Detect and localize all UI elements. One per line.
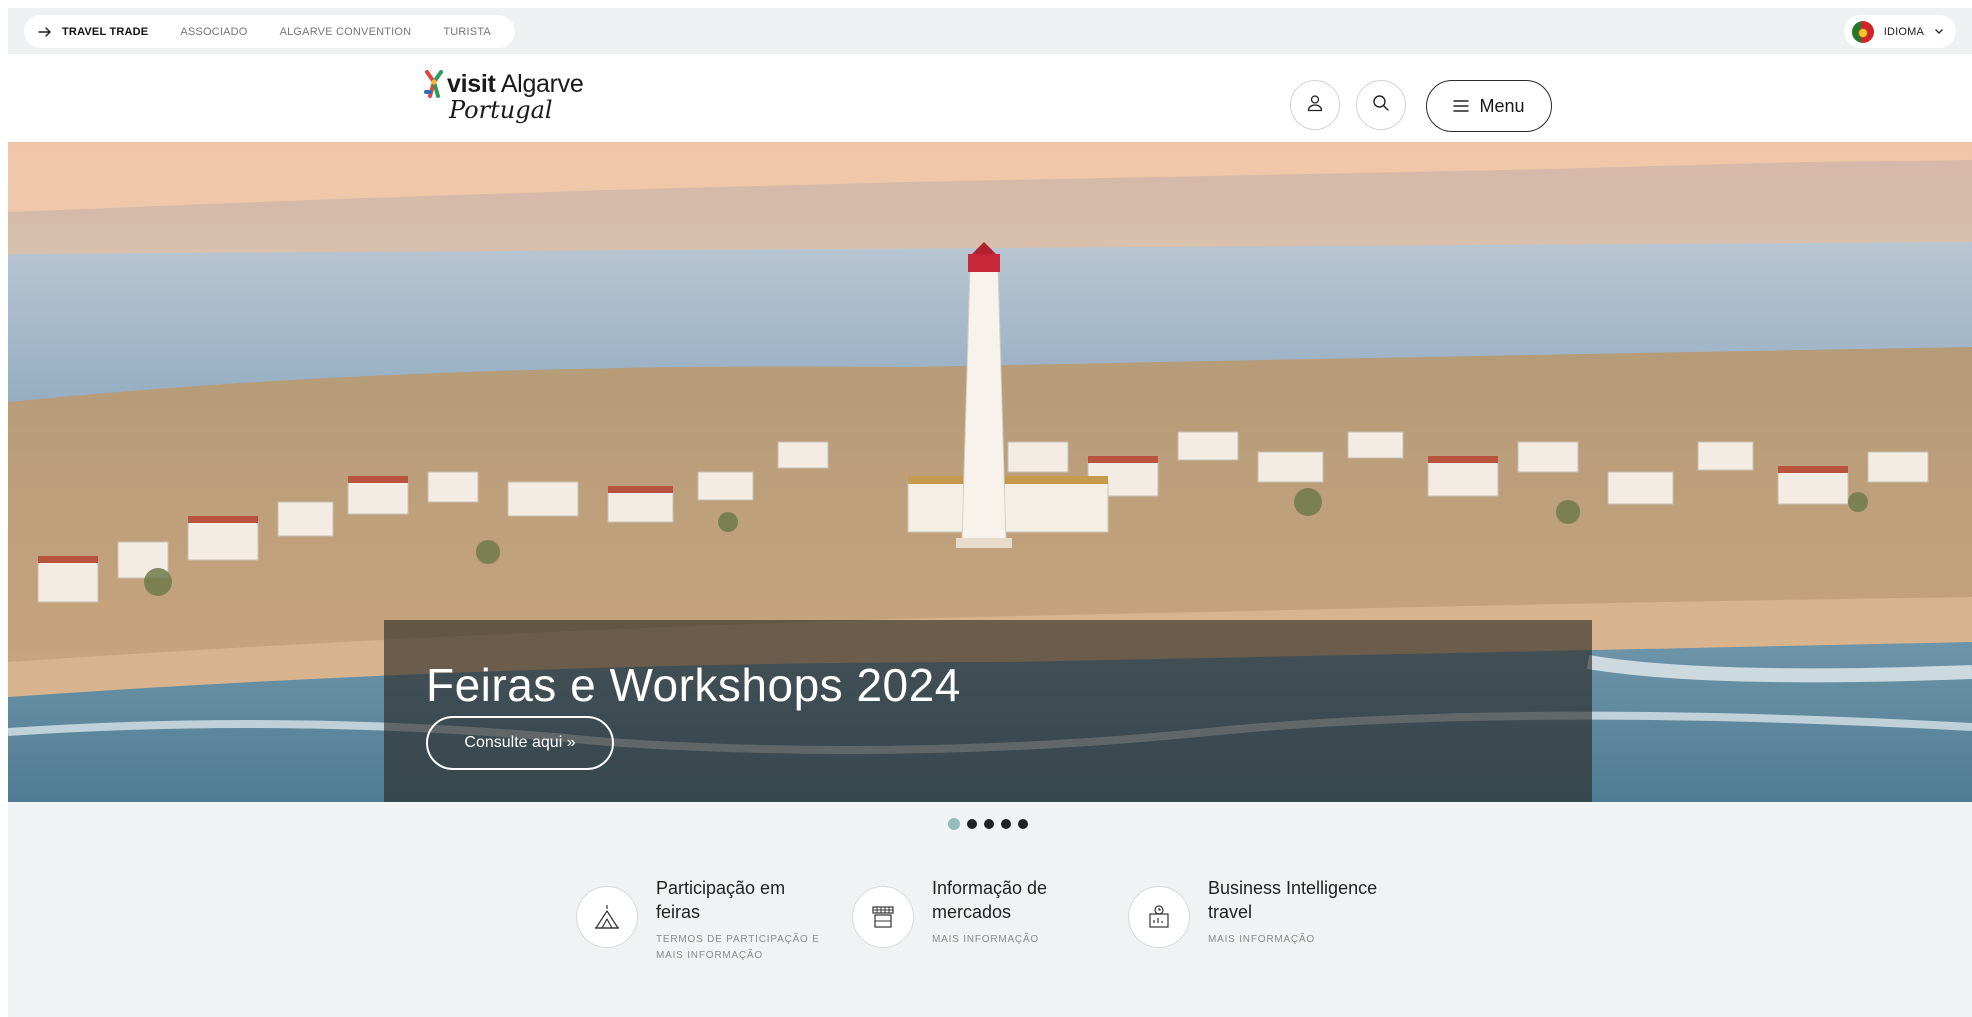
chevron-down-icon (1934, 23, 1944, 41)
hero-caption: Feiras e Workshops 2024 Consulte aqui » (384, 620, 1592, 802)
slider-dot-2[interactable] (967, 819, 977, 829)
audience-link-turista[interactable]: TURISTA (443, 26, 491, 38)
market-stall-icon (852, 886, 914, 948)
arrow-right-icon (38, 25, 52, 39)
slider-dot-5[interactable] (1018, 819, 1028, 829)
feature-subtitle: MAIS INFORMAÇÃO (1208, 934, 1316, 945)
user-icon (1306, 94, 1324, 117)
language-selector[interactable]: IDIOMA (1843, 15, 1956, 48)
portugal-flag-icon (1851, 20, 1874, 43)
menu-button[interactable]: Menu (1426, 80, 1552, 132)
analytics-icon (1128, 886, 1190, 948)
feature-title: Informação de mercados (932, 878, 1048, 922)
tent-icon (576, 886, 638, 948)
hero-slider[interactable]: Feiras e Workshops 2024 Consulte aqui » (8, 142, 1972, 802)
audience-link-algarve-convention[interactable]: ALGARVE CONVENTION (280, 26, 412, 38)
site-header: visit Algarve Portugal Menu (8, 54, 1972, 142)
slider-dot-1[interactable] (948, 818, 960, 830)
slider-dots (948, 818, 1028, 830)
search-icon (1372, 94, 1390, 117)
visit-algarve-logo[interactable]: visit Algarve Portugal (423, 68, 584, 126)
logo-line-2: Portugal (449, 96, 553, 124)
feature-participacao[interactable]: Participação em feiras TERMOS DE PARTICI… (576, 876, 826, 964)
feature-title: Participação em feiras (656, 878, 786, 922)
algarve-symbol-icon (424, 70, 443, 98)
logo-line-1: visit Algarve (447, 70, 584, 98)
audience-link-associado[interactable]: ASSOCIADO (180, 26, 247, 38)
feature-title: Business Intelligence travel (1208, 878, 1378, 922)
audience-nav: TRAVEL TRADE ASSOCIADO ALGARVE CONVENTIO… (24, 15, 515, 48)
page: TRAVEL TRADE ASSOCIADO ALGARVE CONVENTIO… (8, 8, 1972, 1017)
hero-title: Feiras e Workshops 2024 (426, 659, 961, 711)
feature-business-intelligence[interactable]: Business Intelligence travel MAIS INFORM… (1128, 876, 1378, 948)
account-button[interactable] (1290, 80, 1340, 130)
slider-dot-4[interactable] (1001, 819, 1011, 829)
feature-mercados[interactable]: Informação de mercados MAIS INFORMAÇÃO (852, 876, 1102, 948)
feature-subtitle: TERMOS DE PARTICIPAÇÃO E MAIS INFORMAÇÃO (656, 934, 820, 961)
language-label: IDIOMA (1883, 25, 1924, 38)
slider-dot-3[interactable] (984, 819, 994, 829)
hamburger-icon (1453, 96, 1470, 117)
menu-label: Menu (1479, 95, 1525, 116)
audience-bar: TRAVEL TRADE ASSOCIADO ALGARVE CONVENTIO… (8, 8, 1972, 54)
feature-subtitle: MAIS INFORMAÇÃO (932, 934, 1040, 945)
search-button[interactable] (1356, 80, 1406, 130)
hero-cta-button[interactable]: Consulte aqui » (426, 716, 614, 770)
audience-link-travel-trade[interactable]: TRAVEL TRADE (62, 26, 148, 38)
